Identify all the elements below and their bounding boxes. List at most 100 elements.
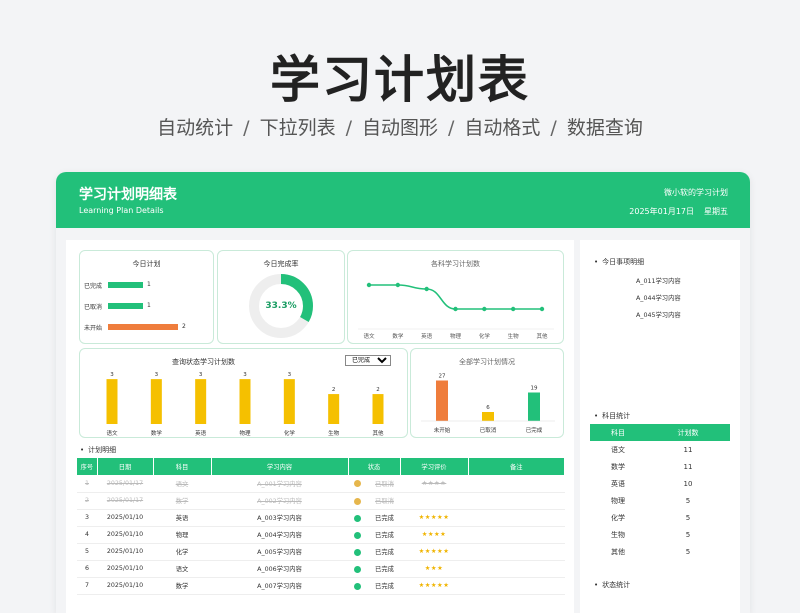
column-header[interactable]: 科目 bbox=[153, 458, 212, 475]
table-cell[interactable]: 5 bbox=[77, 543, 97, 561]
column-header[interactable]: 计划数 bbox=[646, 424, 730, 441]
table-cell[interactable]: 5 bbox=[646, 526, 730, 543]
data-point bbox=[482, 306, 487, 312]
table-cell[interactable]: 语文 bbox=[153, 560, 211, 578]
table-cell[interactable]: 1 bbox=[77, 475, 97, 493]
all-status-chart: 27 未开始 6 已取消 19 已完成 bbox=[421, 374, 555, 434]
status-cell[interactable]: 已取消 bbox=[348, 475, 400, 493]
table-cell[interactable]: 2025/01/17 bbox=[97, 475, 153, 493]
table-cell[interactable]: 语文 bbox=[590, 441, 646, 458]
table-row[interactable]: 数学 11 bbox=[590, 458, 730, 475]
todo-item[interactable]: A_045学习内容 bbox=[636, 310, 681, 319]
table-cell[interactable]: 7 bbox=[77, 577, 97, 595]
plan-table-header: 序号 日期 科目 学习内容 状态 学习评价 备注 bbox=[77, 458, 565, 475]
table-cell[interactable]: 10 bbox=[646, 475, 730, 492]
table-cell[interactable]: 语文 bbox=[153, 475, 211, 493]
table-cell[interactable]: 2025/01/10 bbox=[97, 560, 153, 578]
table-cell[interactable] bbox=[468, 526, 565, 544]
status-cell[interactable]: 已完成 bbox=[348, 560, 400, 578]
today-plan-value: 1 bbox=[147, 281, 151, 288]
table-cell[interactable]: 11 bbox=[646, 441, 730, 458]
table-row[interactable]: 2 2025/01/17 数学 A_002学习内容 已取消 bbox=[77, 492, 565, 510]
table-cell[interactable]: 数学 bbox=[153, 492, 211, 510]
table-row[interactable]: 3 2025/01/10 英语 A_003学习内容 已完成 ★★★★★ bbox=[77, 509, 565, 527]
table-cell[interactable] bbox=[468, 509, 565, 527]
table-cell[interactable]: 生物 bbox=[590, 526, 646, 543]
table-cell[interactable]: 其他 bbox=[590, 543, 646, 560]
status-cell[interactable]: 已完成 bbox=[348, 577, 400, 595]
table-cell[interactable] bbox=[468, 492, 565, 510]
completion-donut bbox=[249, 274, 313, 338]
status-cell[interactable]: 已完成 bbox=[348, 509, 400, 527]
table-cell[interactable]: 英语 bbox=[153, 509, 211, 527]
rating-cell[interactable]: ★★★★★ bbox=[400, 543, 468, 561]
table-cell[interactable]: A_004学习内容 bbox=[211, 526, 348, 544]
table-cell[interactable]: A_006学习内容 bbox=[211, 560, 348, 578]
table-cell[interactable]: 5 bbox=[646, 492, 730, 509]
column-header[interactable]: 状态 bbox=[348, 458, 401, 475]
rating-cell[interactable]: ★★★★ bbox=[400, 526, 468, 544]
status-filter-select[interactable]: 已完成 bbox=[345, 355, 391, 366]
status-cell[interactable]: 已完成 bbox=[348, 526, 400, 544]
table-cell[interactable]: 2025/01/10 bbox=[97, 543, 153, 561]
table-cell[interactable]: 5 bbox=[646, 543, 730, 560]
status-cell[interactable]: 已取消 bbox=[348, 492, 400, 510]
rating-cell[interactable] bbox=[400, 492, 468, 510]
status-text: 已取消 bbox=[375, 480, 394, 488]
table-cell[interactable]: 2025/01/10 bbox=[97, 509, 153, 527]
table-row[interactable]: 其他 5 bbox=[590, 543, 730, 560]
table-cell[interactable] bbox=[468, 543, 565, 561]
table-row[interactable]: 4 2025/01/10 物理 A_004学习内容 已完成 ★★★★ bbox=[77, 526, 565, 544]
table-row[interactable]: 物理 5 bbox=[590, 492, 730, 509]
rating-cell[interactable]: ★★★★★ bbox=[400, 577, 468, 595]
status-stats-label: 状态统计 bbox=[594, 580, 630, 590]
table-cell[interactable]: 2 bbox=[77, 492, 97, 510]
data-point bbox=[453, 306, 458, 312]
today-plan-row: 未开始 2 bbox=[84, 322, 212, 332]
rating-cell[interactable]: ★★★★★ bbox=[400, 509, 468, 527]
table-cell[interactable]: A_005学习内容 bbox=[211, 543, 348, 561]
column-header[interactable]: 学习内容 bbox=[211, 458, 349, 475]
column-header[interactable]: 日期 bbox=[97, 458, 154, 475]
table-cell[interactable]: 数学 bbox=[590, 458, 646, 475]
table-cell[interactable]: 4 bbox=[77, 526, 97, 544]
rating-cell[interactable]: ★★★★ bbox=[400, 475, 468, 493]
table-cell[interactable]: 2025/01/10 bbox=[97, 526, 153, 544]
todo-item[interactable]: A_011学习内容 bbox=[636, 276, 681, 285]
table-cell[interactable]: A_002学习内容 bbox=[211, 492, 348, 510]
column-header[interactable]: 备注 bbox=[468, 458, 565, 475]
table-cell[interactable] bbox=[468, 560, 565, 578]
table-cell[interactable]: 化学 bbox=[590, 509, 646, 526]
table-row[interactable]: 语文 11 bbox=[590, 441, 730, 458]
table-row[interactable]: 英语 10 bbox=[590, 475, 730, 492]
status-cell[interactable]: 已完成 bbox=[348, 543, 400, 561]
table-cell[interactable]: 6 bbox=[77, 560, 97, 578]
table-cell[interactable]: A_003学习内容 bbox=[211, 509, 348, 527]
table-cell[interactable] bbox=[468, 475, 565, 493]
table-cell[interactable]: 数学 bbox=[153, 577, 211, 595]
table-cell[interactable]: 5 bbox=[646, 509, 730, 526]
table-cell[interactable]: 2025/01/10 bbox=[97, 577, 153, 595]
table-row[interactable]: 5 2025/01/10 化学 A_005学习内容 已完成 ★★★★★ bbox=[77, 543, 565, 561]
table-cell[interactable]: 化学 bbox=[153, 543, 211, 561]
table-cell[interactable]: 2025/01/17 bbox=[97, 492, 153, 510]
table-row[interactable]: 生物 5 bbox=[590, 526, 730, 543]
table-cell[interactable]: A_001学习内容 bbox=[211, 475, 348, 493]
todo-item[interactable]: A_044学习内容 bbox=[636, 293, 681, 302]
column-header[interactable]: 学习评价 bbox=[400, 458, 469, 475]
table-row[interactable]: 1 2025/01/17 语文 A_001学习内容 已取消 ★★★★ bbox=[77, 475, 565, 493]
table-cell[interactable]: 物理 bbox=[153, 526, 211, 544]
table-cell[interactable]: 11 bbox=[646, 458, 730, 475]
table-cell[interactable]: A_007学习内容 bbox=[211, 577, 348, 595]
table-cell[interactable]: 物理 bbox=[590, 492, 646, 509]
table-row[interactable]: 6 2025/01/10 语文 A_006学习内容 已完成 ★★★ bbox=[77, 560, 565, 578]
plan-table: 序号 日期 科目 学习内容 状态 学习评价 备注 1 2025/01/17 语文 A_… bbox=[77, 458, 565, 595]
rating-cell[interactable]: ★★★ bbox=[400, 560, 468, 578]
column-header[interactable]: 序号 bbox=[77, 458, 98, 475]
column-header[interactable]: 科目 bbox=[590, 424, 646, 441]
table-cell[interactable]: 英语 bbox=[590, 475, 646, 492]
table-row[interactable]: 7 2025/01/10 数学 A_007学习内容 已完成 ★★★★★ bbox=[77, 577, 565, 595]
table-row[interactable]: 化学 5 bbox=[590, 509, 730, 526]
table-cell[interactable]: 3 bbox=[77, 509, 97, 527]
table-cell[interactable] bbox=[468, 577, 565, 595]
